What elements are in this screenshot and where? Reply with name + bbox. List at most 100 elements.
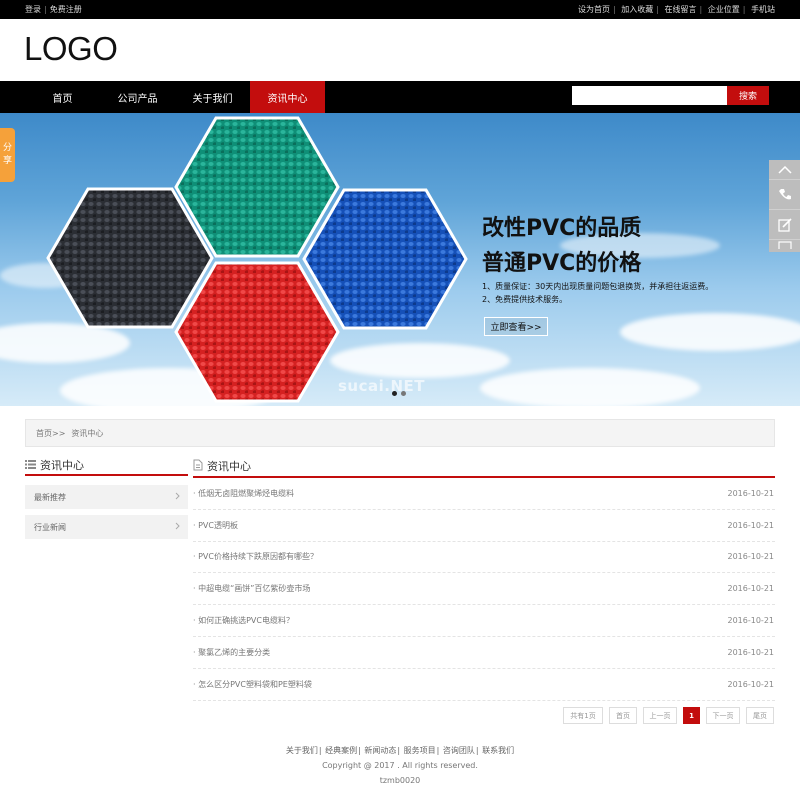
banner-title-2: 普通PVC的价格	[482, 251, 642, 276]
hero-banner: 改性PVC的品质 普通PVC的价格 1、质量保证：30天内出现质量问题包退换货，…	[0, 113, 800, 406]
divider: |	[358, 746, 361, 755]
footer-link-news[interactable]: 新闻动态	[364, 746, 396, 755]
cloud-shape	[480, 368, 700, 406]
page-1-button[interactable]: 1	[683, 707, 700, 724]
news-item[interactable]: · PVC透明板 2016-10-21	[193, 510, 775, 542]
breadcrumb-current[interactable]: 资讯中心	[71, 428, 103, 439]
divider: |	[742, 5, 746, 14]
logo[interactable]: LOGO	[24, 30, 118, 68]
search-button[interactable]: 搜索	[727, 86, 769, 105]
news-item[interactable]: · 低烟无卤阻燃聚烯烃电缆料 2016-10-21	[193, 478, 775, 510]
divider: |	[699, 5, 703, 14]
news-item-date: 2016-10-21	[727, 552, 775, 562]
divider: |	[44, 5, 47, 14]
chevron-right-icon	[175, 522, 180, 532]
chevron-right-icon	[175, 492, 180, 502]
view-now-button[interactable]: 立即查看>>	[484, 317, 548, 336]
news-item-title[interactable]: · PVC价格持续下跌原因都有哪些？	[193, 551, 318, 562]
add-favorite-link[interactable]: 加入收藏	[621, 5, 653, 14]
sidebar-title: 资讯中心	[40, 459, 84, 472]
news-item-title[interactable]: · 低烟无卤阻燃聚烯烃电缆料	[193, 488, 294, 499]
edit-message-icon[interactable]	[769, 210, 800, 240]
news-item-date: 2016-10-21	[727, 584, 775, 594]
black-pellets-hex	[46, 187, 214, 329]
divider: |	[656, 5, 659, 14]
news-item[interactable]: · 如何正确挑选PVC电缆料？ 2016-10-21	[193, 605, 775, 637]
first-page-button[interactable]: 首页	[609, 707, 637, 724]
login-link[interactable]: 登录	[25, 5, 41, 14]
news-item-date: 2016-10-21	[727, 647, 775, 657]
divider: |	[436, 746, 440, 755]
banner-point-2: 2、免费提供技术服务。	[482, 295, 568, 304]
topbar-right: 设为首页 | 加入收藏 | 在线留言 | 企业位置 | 手机站	[578, 4, 775, 15]
sidebar-item-latest[interactable]: 最新推荐	[25, 485, 188, 509]
copyright: Copyright @ 2017 . All rights reserved.	[322, 761, 478, 770]
breadcrumb-separator: >>	[52, 428, 66, 438]
footer-link-services[interactable]: 服务项目	[404, 746, 436, 755]
banner-title-1: 改性PVC的品质	[482, 216, 642, 241]
news-item[interactable]: · 聚氯乙烯的主要分类 2016-10-21	[193, 637, 775, 669]
news-item[interactable]: · 中超电缆“画饼”百亿紫砂壶市场 2016-10-21	[193, 573, 775, 606]
slider-dot[interactable]	[401, 391, 406, 396]
phone-icon[interactable]	[769, 180, 800, 210]
mobile-site-link[interactable]: 手机站	[751, 5, 775, 14]
next-page-button[interactable]: 下一页	[706, 707, 740, 724]
watermark: sucai.NET	[338, 377, 425, 395]
scroll-up-icon[interactable]	[769, 160, 800, 180]
news-header: 资讯中心	[193, 456, 775, 478]
top-bar: 登录 | 免费注册 设为首页 | 加入收藏 | 在线留言 | 企业位置 | 手机站	[0, 0, 800, 19]
breadcrumb-home[interactable]: 首页	[36, 428, 52, 439]
divider: |	[475, 746, 479, 755]
share-label-2: 享	[2, 156, 12, 166]
news-item-title[interactable]: · 如何正确挑选PVC电缆料？	[193, 615, 294, 626]
news-item[interactable]: · 怎么区分PVC塑料袋和PE塑料袋 2016-10-21	[193, 669, 775, 701]
divider: |	[397, 746, 401, 755]
news-item-title[interactable]: · 怎么区分PVC塑料袋和PE塑料袋	[193, 679, 312, 690]
news-item-title[interactable]: · PVC透明板	[193, 520, 238, 531]
pagination: 共有1页 首页 上一页 1 下一页 尾页	[563, 707, 774, 724]
footer-link-contact[interactable]: 联系我们	[482, 746, 514, 755]
share-tab[interactable]: 分 享	[0, 128, 15, 182]
slider-dots	[392, 391, 406, 396]
topbar-left: 登录 | 免费注册	[25, 4, 82, 15]
list-icon	[25, 459, 36, 472]
page-count: 共有1页	[563, 707, 603, 724]
news-title: 资讯中心	[207, 460, 251, 473]
footer-link-about[interactable]: 关于我们	[286, 746, 318, 755]
nav-items: 首页 公司产品 关于我们 资讯中心	[25, 81, 325, 113]
nav-item-home[interactable]: 首页	[25, 81, 100, 113]
news-item-date: 2016-10-21	[727, 616, 775, 626]
footer-link-team[interactable]: 咨询团队	[443, 746, 475, 755]
news-item-title[interactable]: · 聚氯乙烯的主要分类	[193, 647, 270, 658]
pellet-hexagons	[46, 116, 468, 403]
main-nav: 首页 公司产品 关于我们 资讯中心 搜索	[0, 81, 800, 113]
mail-icon[interactable]	[769, 240, 800, 250]
sidebar-item-label: 行业新闻	[34, 522, 66, 532]
cloud-shape	[620, 313, 800, 351]
breadcrumb: 首页 >> 资讯中心	[25, 419, 775, 447]
register-link[interactable]: 免费注册	[50, 5, 82, 14]
online-message-link[interactable]: 在线留言	[665, 5, 697, 14]
company-location-link[interactable]: 企业位置	[708, 5, 740, 14]
slider-dot[interactable]	[392, 391, 397, 396]
search-box: 搜索	[572, 86, 769, 105]
side-toolbar	[769, 160, 800, 252]
news-item-title[interactable]: · 中超电缆“画饼”百亿紫砂壶市场	[193, 583, 310, 594]
nav-item-products[interactable]: 公司产品	[100, 81, 175, 113]
footer-link-cases[interactable]: 经典案例	[325, 746, 357, 755]
sidebar-item-industry-news[interactable]: 行业新闻	[25, 515, 188, 539]
document-icon	[193, 459, 203, 474]
set-homepage-link[interactable]: 设为首页	[578, 5, 610, 14]
news-list: · 低烟无卤阻燃聚烯烃电缆料 2016-10-21 · PVC透明板 2016-10…	[193, 478, 775, 701]
nav-item-news[interactable]: 资讯中心	[250, 81, 325, 113]
banner-point-1: 1、质量保证：30天内出现质量问题包退换货，并承担往返运费。	[482, 282, 714, 291]
blue-pellets-hex	[302, 188, 468, 330]
share-label-1: 分	[2, 143, 12, 153]
news-item[interactable]: · PVC价格持续下跌原因都有哪些？ 2016-10-21	[193, 542, 775, 574]
nav-item-about[interactable]: 关于我们	[175, 81, 250, 113]
last-page-button[interactable]: 尾页	[746, 707, 774, 724]
footer-links: 关于我们| 经典案例| 新闻动态| 服务项目| 咨询团队| 联系我们	[0, 745, 800, 756]
prev-page-button[interactable]: 上一页	[643, 707, 677, 724]
search-input[interactable]	[572, 86, 727, 105]
template-code: tzmb0020	[379, 776, 421, 785]
